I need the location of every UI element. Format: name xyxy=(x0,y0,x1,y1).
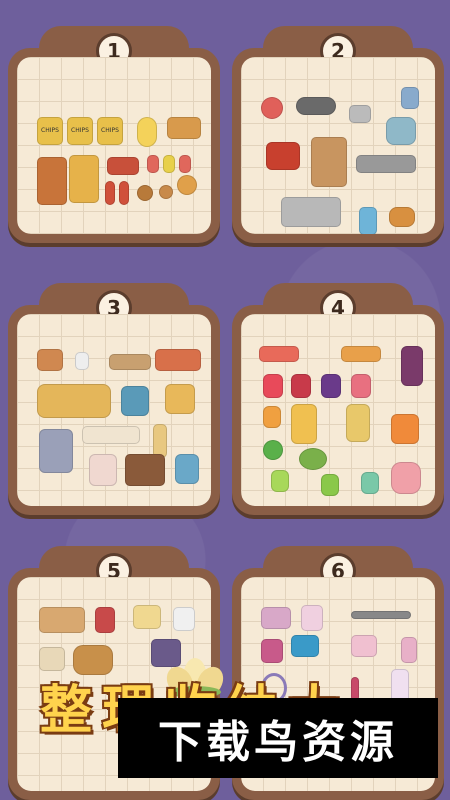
office-chair xyxy=(39,429,73,473)
roast-chicken xyxy=(389,207,415,227)
tv-console xyxy=(82,426,140,444)
rice-cooker xyxy=(261,97,283,119)
chips-bag: CHIPS xyxy=(37,117,63,145)
pink-cocktail xyxy=(351,374,371,398)
bento-box xyxy=(37,157,67,205)
level-card-3[interactable]: 3 xyxy=(8,283,220,515)
fruit-drink xyxy=(291,404,317,444)
pot xyxy=(266,142,300,170)
coffee-cup xyxy=(95,607,115,633)
lime xyxy=(263,440,283,460)
fruit-punch-jar xyxy=(391,462,421,494)
level-preview-3 xyxy=(17,314,211,506)
watermark-banner: 下载鸟资源 xyxy=(118,698,438,778)
green-smoothie xyxy=(321,474,339,496)
mug xyxy=(173,607,195,631)
purple-cocktail xyxy=(321,374,341,398)
cutting-board xyxy=(311,137,347,187)
burger xyxy=(137,185,153,201)
utensil-rack xyxy=(356,155,416,173)
red-cocktail xyxy=(263,374,283,398)
cabinet xyxy=(155,349,201,371)
floor-lamp xyxy=(153,424,167,458)
sausages xyxy=(107,157,139,175)
yellow-armchair xyxy=(165,384,195,414)
level-card-4[interactable]: 4 xyxy=(232,283,444,515)
fruit-tray xyxy=(259,346,299,362)
orange-drink xyxy=(391,414,419,444)
bottle xyxy=(105,181,115,205)
cup-drink xyxy=(147,155,159,173)
level-card-2[interactable]: 2 xyxy=(232,26,444,243)
cup-drink xyxy=(179,155,191,173)
orange-juice xyxy=(263,406,281,428)
mixing-bowl xyxy=(349,105,371,123)
chips-bag: CHIPS xyxy=(97,117,123,145)
cream-jar xyxy=(261,607,291,629)
mojito xyxy=(346,404,370,442)
kettle xyxy=(386,117,416,145)
chips-bag: CHIPS xyxy=(67,117,93,145)
sofa xyxy=(37,384,111,418)
compact xyxy=(351,635,377,657)
coffee-table xyxy=(109,354,151,370)
red-cocktail xyxy=(291,374,311,398)
donut xyxy=(159,185,173,199)
fruit-tray xyxy=(341,346,381,362)
cutlery-set xyxy=(281,197,341,227)
level-preview-4 xyxy=(241,314,435,506)
toast-box xyxy=(133,605,161,629)
blender xyxy=(359,207,377,234)
green-smoothie xyxy=(271,470,289,492)
makeup-brush xyxy=(351,611,411,619)
iced-tea xyxy=(361,472,379,494)
blue-armchair xyxy=(121,386,149,416)
avocado xyxy=(299,448,327,470)
berry-cocktail xyxy=(401,346,423,386)
pan xyxy=(296,97,336,115)
blue-chair xyxy=(175,454,199,484)
cup xyxy=(401,87,419,109)
lamp xyxy=(75,352,89,370)
bookshelf xyxy=(125,454,165,486)
serum-bottle xyxy=(401,637,417,663)
perfume xyxy=(261,639,283,663)
sandwich-stack xyxy=(39,607,85,633)
chips-label: CHIPS xyxy=(41,127,59,134)
bottle xyxy=(119,181,129,205)
level-preview-1: CHIPS CHIPS CHIPS xyxy=(17,57,211,234)
level-preview-2 xyxy=(241,57,435,234)
drawer xyxy=(37,349,63,371)
croissant xyxy=(177,175,197,195)
watermark-text: 下载鸟资源 xyxy=(158,717,398,768)
lotion-bottle xyxy=(301,605,323,631)
chips-label: CHIPS xyxy=(71,127,89,134)
level-card-1[interactable]: 1 CHIPS CHIPS CHIPS xyxy=(8,26,220,243)
pink-chair xyxy=(89,454,117,486)
cup-drink xyxy=(163,155,175,173)
blue-jar xyxy=(291,635,319,657)
banana xyxy=(137,117,157,147)
chips-label: CHIPS xyxy=(101,127,119,134)
fries xyxy=(69,155,99,203)
sandwich xyxy=(167,117,201,139)
